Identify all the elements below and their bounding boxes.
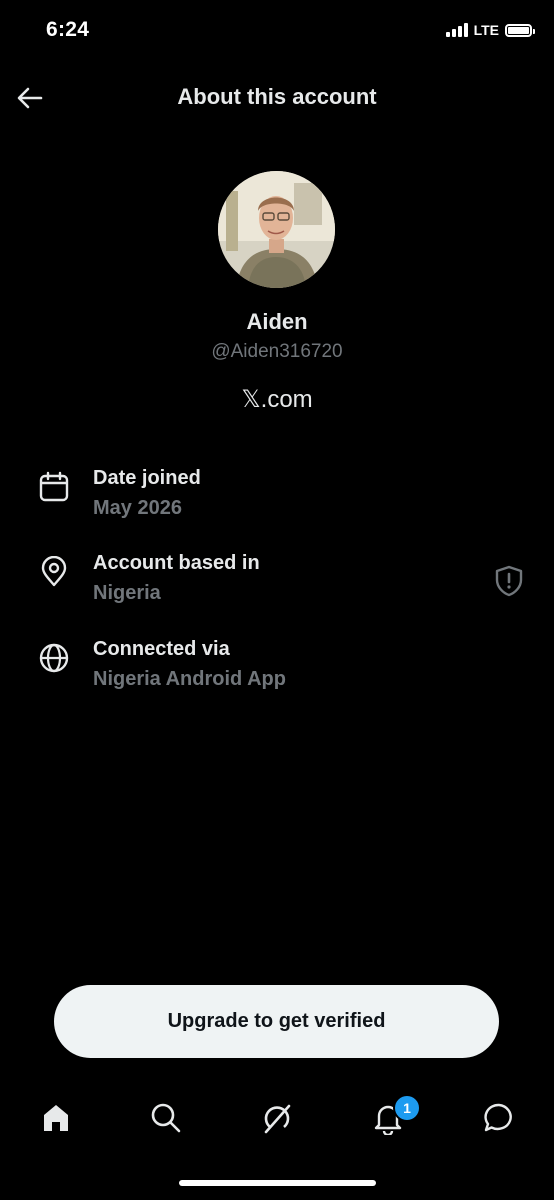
battery-icon [505, 23, 535, 37]
nav-search[interactable] [146, 1098, 186, 1138]
grok-icon [264, 1104, 291, 1134]
globe-icon [39, 643, 69, 673]
profile-name: Aiden [246, 309, 308, 334]
info-value: May 2026 [93, 497, 182, 519]
info-value: Nigeria [93, 582, 161, 604]
shield-icon[interactable] [494, 565, 524, 597]
nav-grok[interactable] [257, 1098, 297, 1138]
info-row-account-based: Account based in Nigeria [38, 552, 524, 612]
calendar-icon [39, 471, 69, 502]
info-label: Date joined [93, 467, 201, 489]
search-icon [151, 1103, 181, 1133]
info-row-connected-via: Connected via Nigeria Android App [38, 638, 524, 698]
home-icon [44, 1105, 68, 1131]
location-pin-icon [41, 556, 67, 587]
nav-home[interactable] [36, 1098, 76, 1138]
notification-badge: 1 [393, 1094, 421, 1122]
status-time: 6:24 [46, 18, 90, 41]
info-label: Account based in [93, 552, 260, 574]
profile-site-link[interactable]: 𝕏.com [0, 385, 554, 414]
info-label: Connected via [93, 638, 230, 660]
info-value: Nigeria Android App [93, 668, 286, 690]
signal-icon [445, 23, 468, 37]
page-title: About this account [177, 84, 377, 109]
profile-handle: @Aiden316720 [211, 341, 343, 362]
home-indicator [179, 1180, 376, 1186]
avatar[interactable] [218, 171, 335, 288]
upgrade-verified-button[interactable]: Upgrade to get verified [54, 985, 499, 1058]
status-indicators: LTE [445, 22, 535, 38]
profile-photo [218, 171, 335, 288]
network-label: LTE [473, 22, 499, 38]
info-row-date-joined: Date joined May 2026 [38, 467, 524, 527]
messages-icon [484, 1103, 512, 1132]
nav-messages[interactable] [479, 1098, 519, 1138]
